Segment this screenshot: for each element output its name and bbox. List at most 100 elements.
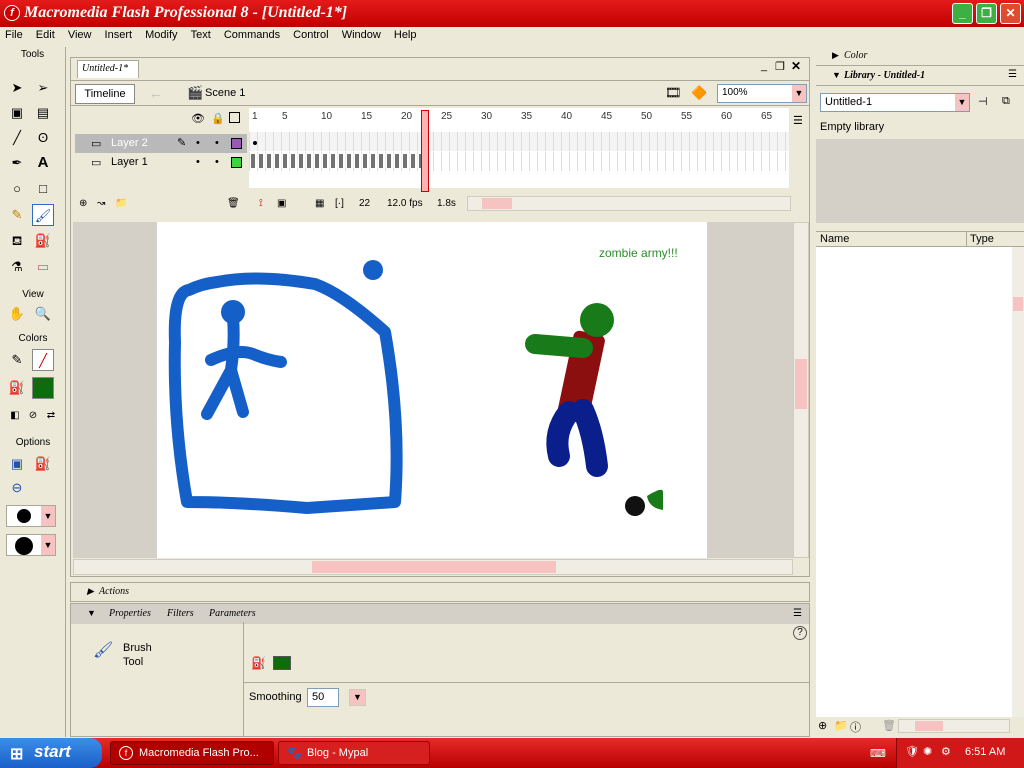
brush-size-select[interactable]: ▼ [6, 505, 56, 527]
close-doc-icon[interactable]: ✕ [791, 59, 801, 73]
flash-icon[interactable]: f [4, 5, 20, 21]
tray-icon-1[interactable]: 🛡 [905, 745, 919, 758]
delete-icon[interactable]: 🗑 [882, 719, 896, 732]
document-tab[interactable]: Untitled-1* [77, 60, 139, 78]
text-tool-icon[interactable]: A [32, 152, 54, 174]
scroll-thumb[interactable] [482, 198, 512, 209]
library-list[interactable] [816, 247, 1012, 717]
pen-tool-icon[interactable]: ✒ [6, 152, 28, 174]
frames-grid[interactable]: 1 5 10 15 20 25 30 35 40 45 50 55 60 65 [249, 108, 789, 188]
rectangle-tool-icon[interactable]: □ [32, 178, 54, 200]
color-panel-header[interactable]: ▶ Color [816, 47, 1024, 66]
stage-hscroll[interactable] [73, 559, 793, 575]
keyboard-icon[interactable]: ⌨ [870, 747, 886, 760]
fill-color-swatch[interactable] [32, 377, 54, 399]
tab-properties[interactable]: Properties [109, 608, 151, 619]
layer-name[interactable]: Layer 2 [111, 137, 148, 149]
hand-tool-icon[interactable]: ✋ [6, 303, 28, 325]
visibility-dot[interactable]: • [196, 137, 200, 149]
menu-text[interactable]: Text [186, 27, 216, 43]
center-frame-icon[interactable]: ⟟ [259, 198, 263, 209]
expand-arrow-icon[interactable]: ▶ [87, 586, 94, 597]
edit-symbols-icon[interactable]: 🔶 [691, 85, 707, 101]
lock-icon[interactable]: 🔒 [211, 112, 225, 125]
minimize-doc-icon[interactable]: _ [761, 60, 767, 72]
delete-layer-icon[interactable]: 🗑 [227, 198, 240, 209]
ink-bottle-tool-icon[interactable]: ⛾ [6, 230, 28, 252]
layer-row-2[interactable]: ▭ Layer 2 ✎ • • [75, 134, 247, 153]
menu-control[interactable]: Control [288, 27, 333, 43]
outline-icon[interactable] [229, 112, 240, 123]
onion-skin-icon[interactable]: ▣ [277, 198, 286, 209]
insert-layer-icon[interactable]: ⊕ [79, 198, 87, 209]
eraser-tool-icon[interactable]: ▭ [32, 256, 54, 278]
library-panel-header[interactable]: ▼ Library - Untitled-1 ☰ [816, 67, 1024, 86]
collapse-arrow-icon[interactable]: ▼ [87, 608, 96, 618]
scene-label[interactable]: Scene 1 [205, 87, 245, 99]
brush-shape-select[interactable]: ▼ [6, 534, 56, 556]
back-arrow-icon[interactable]: ← [149, 85, 163, 101]
scroll-thumb[interactable] [312, 561, 556, 573]
paint-bucket-tool-icon[interactable]: ⛽ [32, 230, 54, 252]
arrow-tool-icon[interactable]: ➤ [6, 77, 28, 99]
menu-view[interactable]: View [63, 27, 97, 43]
expand-arrow-icon[interactable]: ▶ [832, 50, 839, 61]
eyedropper-tool-icon[interactable]: ⚗ [6, 256, 28, 278]
tray-icon-3[interactable]: ⚙ [941, 745, 951, 758]
frame-rate[interactable]: 12.0 fps [387, 198, 423, 209]
brush-mode-icon[interactable]: ⛽ [32, 453, 54, 475]
task-browser[interactable]: 🐾 Blog - Mypal [278, 741, 430, 765]
panel-menu-icon[interactable]: ☰ [1008, 69, 1017, 80]
menu-insert[interactable]: Insert [100, 27, 138, 43]
collapse-arrow-icon[interactable]: ▼ [832, 70, 841, 80]
menu-modify[interactable]: Modify [140, 27, 182, 43]
library-hscroll[interactable] [898, 719, 1010, 733]
clock[interactable]: 6:51 AM [965, 746, 1005, 758]
col-name[interactable]: Name [820, 233, 849, 245]
menu-commands[interactable]: Commands [219, 27, 285, 43]
new-folder-icon[interactable]: 📁 [834, 719, 848, 732]
close-button[interactable]: ✕ [1000, 3, 1021, 24]
stroke-color-swatch[interactable]: ╱ [32, 349, 54, 371]
chevron-down-icon[interactable]: ▼ [349, 689, 366, 706]
new-symbol-icon[interactable]: ⊕ [818, 719, 827, 732]
layer-2-frames[interactable] [249, 132, 789, 151]
pencil-tool-icon[interactable]: ✎ [6, 204, 28, 226]
stage-text[interactable]: zombie army!!! [599, 246, 678, 260]
edit-scene-icon[interactable]: 🎞 [665, 85, 682, 101]
timeline-hscroll[interactable] [467, 196, 791, 211]
zoom-tool-icon[interactable]: 🔍 [32, 303, 54, 325]
smoothing-input[interactable]: 50 [307, 688, 339, 707]
maximize-button[interactable]: ❐ [976, 3, 997, 24]
menu-window[interactable]: Window [337, 27, 386, 43]
scroll-thumb[interactable] [1013, 297, 1023, 311]
menu-file[interactable]: File [0, 27, 28, 43]
col-type[interactable]: Type [970, 233, 994, 245]
properties-icon[interactable]: ⓘ [850, 719, 861, 735]
help-icon[interactable]: ? [793, 626, 807, 640]
brush-tool-icon[interactable]: 🖌 [32, 204, 54, 226]
layer-color-swatch[interactable] [231, 138, 242, 149]
tab-parameters[interactable]: Parameters [209, 608, 256, 619]
library-document-select[interactable]: Untitled-1 ▼ [820, 93, 970, 112]
tab-filters[interactable]: Filters [167, 608, 194, 619]
stage-vscroll[interactable] [793, 222, 809, 558]
insert-folder-icon[interactable]: 📁 [115, 198, 127, 209]
chevron-down-icon[interactable]: ▼ [792, 85, 806, 102]
task-flash[interactable]: f Macromedia Flash Pro... [110, 741, 274, 765]
chevron-down-icon[interactable]: ▼ [41, 535, 55, 555]
layer-name[interactable]: Layer 1 [111, 156, 148, 168]
free-transform-tool-icon[interactable]: ▣ [6, 102, 28, 124]
stage[interactable]: zombie army!!! [157, 222, 707, 558]
scroll-thumb[interactable] [795, 359, 807, 409]
line-tool-icon[interactable]: ╱ [6, 127, 28, 149]
add-motion-guide-icon[interactable]: ↝ [97, 198, 105, 209]
minimize-button[interactable]: _ [952, 3, 973, 24]
restore-doc-icon[interactable]: ❐ [775, 60, 785, 73]
oval-tool-icon[interactable]: ○ [6, 178, 28, 200]
start-button[interactable]: ⊞ start [0, 738, 102, 768]
eye-icon[interactable]: 👁 [191, 112, 205, 125]
chevron-down-icon[interactable]: ▼ [955, 94, 969, 111]
zoom-select[interactable]: 100% ▼ [717, 84, 807, 103]
menu-help[interactable]: Help [389, 27, 422, 43]
